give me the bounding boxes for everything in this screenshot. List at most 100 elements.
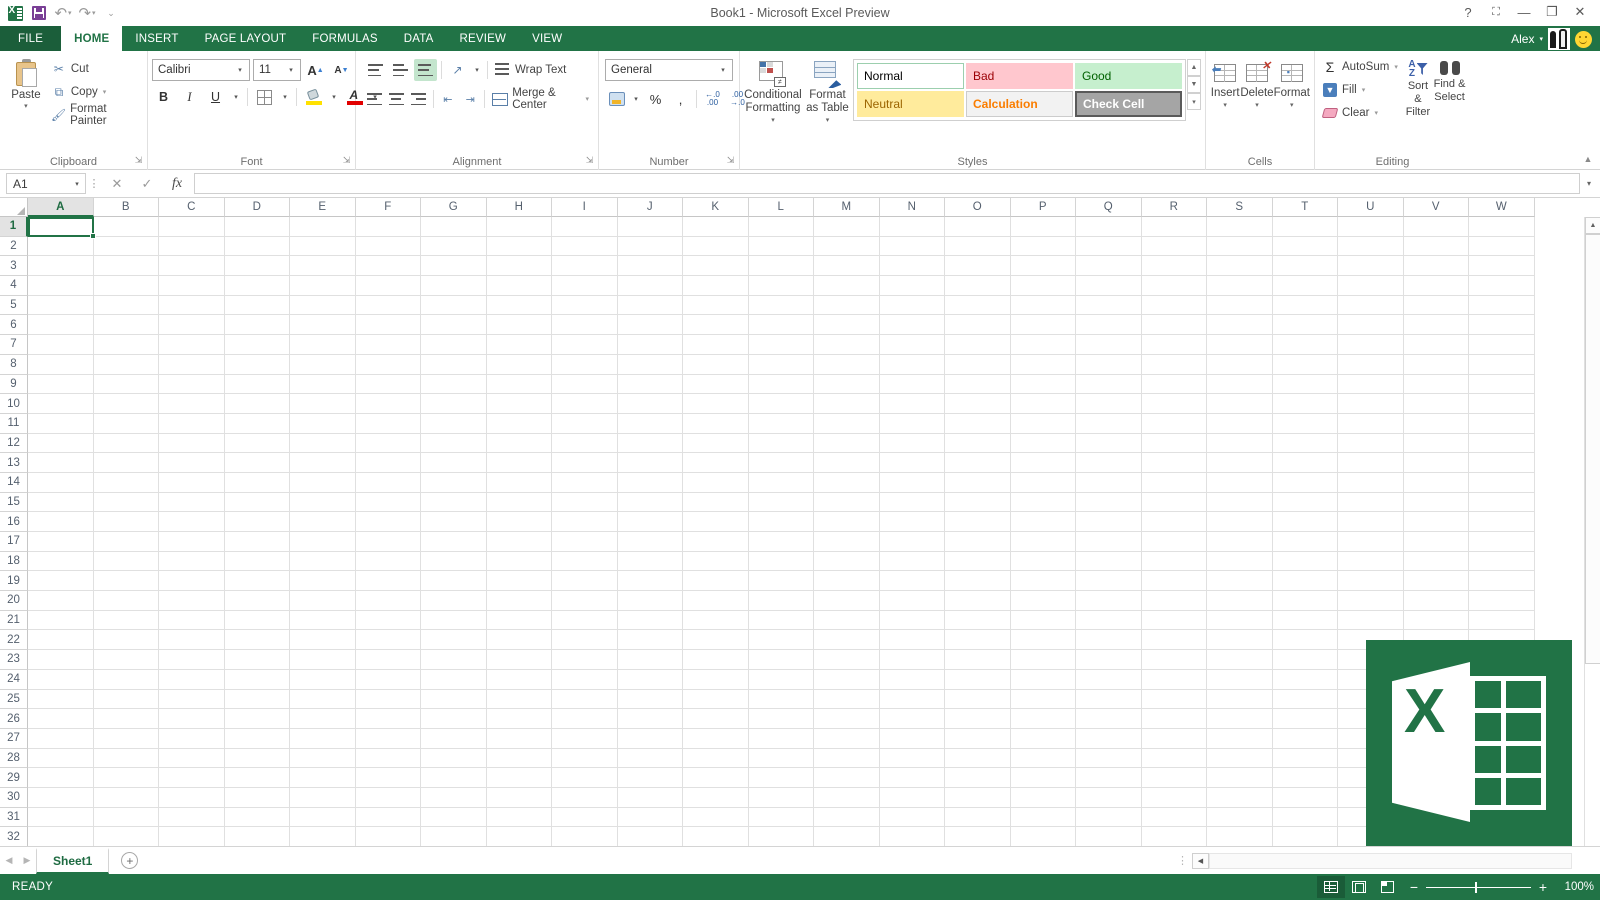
- cell-C11[interactable]: [159, 413, 225, 434]
- cell-U11[interactable]: [1338, 413, 1404, 434]
- cell-A13[interactable]: [28, 453, 94, 473]
- conditional-formatting-dropdown-icon[interactable]: ▾: [771, 116, 775, 124]
- cell-K27[interactable]: [683, 728, 749, 749]
- align-left-button[interactable]: [364, 88, 384, 110]
- cell-A31[interactable]: [28, 807, 94, 828]
- cell-V2[interactable]: [1403, 236, 1469, 257]
- cell-S25[interactable]: [1207, 689, 1273, 710]
- insert-dropdown-icon[interactable]: ▾: [1223, 101, 1227, 109]
- cell-E13[interactable]: [290, 453, 356, 473]
- row-header-24[interactable]: 24: [0, 669, 28, 690]
- cell-G4[interactable]: [421, 276, 487, 296]
- cell-G23[interactable]: [421, 650, 487, 670]
- cell-T27[interactable]: [1272, 728, 1338, 749]
- cell-V14[interactable]: [1403, 472, 1469, 493]
- tab-data[interactable]: DATA: [391, 26, 447, 51]
- style-good[interactable]: Good: [1075, 63, 1182, 89]
- cell-S21[interactable]: [1207, 610, 1273, 631]
- cell-I2[interactable]: [552, 236, 618, 257]
- cell-D20[interactable]: [224, 591, 290, 611]
- cell-J32[interactable]: [617, 827, 683, 846]
- cell-M4[interactable]: [814, 276, 880, 296]
- cell-F27[interactable]: [355, 728, 421, 749]
- cell-P10[interactable]: [1010, 394, 1076, 414]
- cell-I28[interactable]: [552, 748, 618, 769]
- cell-R23[interactable]: [1141, 650, 1207, 670]
- cell-Q31[interactable]: [1076, 807, 1142, 828]
- cell-C8[interactable]: [159, 354, 225, 375]
- cell-B23[interactable]: [93, 650, 159, 670]
- cell-A16[interactable]: [28, 512, 94, 532]
- cell-E1[interactable]: [290, 217, 356, 237]
- cell-N1[interactable]: [879, 217, 945, 237]
- cell-A10[interactable]: [28, 394, 94, 414]
- cell-N29[interactable]: [879, 768, 945, 788]
- zoom-slider[interactable]: − +: [1409, 880, 1548, 894]
- cell-P6[interactable]: [1010, 315, 1076, 336]
- account-dropdown-icon[interactable]: ▾: [1539, 35, 1543, 43]
- tab-page-layout[interactable]: PAGE LAYOUT: [192, 26, 300, 51]
- cell-V13[interactable]: [1403, 453, 1469, 473]
- align-right-button[interactable]: [409, 88, 429, 110]
- row-header-31[interactable]: 31: [0, 807, 28, 828]
- cell-N19[interactable]: [879, 571, 945, 592]
- cell-U13[interactable]: [1338, 453, 1404, 473]
- cell-V1[interactable]: [1403, 217, 1469, 237]
- cell-O31[interactable]: [945, 807, 1011, 828]
- cell-T5[interactable]: [1272, 295, 1338, 316]
- cell-D6[interactable]: [224, 315, 290, 336]
- cell-O22[interactable]: [945, 630, 1011, 651]
- cell-B31[interactable]: [93, 807, 159, 828]
- cell-I8[interactable]: [552, 354, 618, 375]
- cell-G20[interactable]: [421, 591, 487, 611]
- cell-F15[interactable]: [355, 492, 421, 513]
- cell-W11[interactable]: [1469, 413, 1535, 434]
- cell-G31[interactable]: [421, 807, 487, 828]
- cell-M2[interactable]: [814, 236, 880, 257]
- cell-Q5[interactable]: [1076, 295, 1142, 316]
- cell-V15[interactable]: [1403, 492, 1469, 513]
- cell-O15[interactable]: [945, 492, 1011, 513]
- page-break-preview-button[interactable]: [1373, 876, 1401, 898]
- cell-E7[interactable]: [290, 335, 356, 355]
- cell-C19[interactable]: [159, 571, 225, 592]
- cell-P7[interactable]: [1010, 335, 1076, 355]
- cell-T20[interactable]: [1272, 591, 1338, 611]
- cell-M20[interactable]: [814, 591, 880, 611]
- cell-U7[interactable]: [1338, 335, 1404, 355]
- column-header-d[interactable]: D: [224, 198, 290, 217]
- cell-I21[interactable]: [552, 610, 618, 631]
- cell-I6[interactable]: [552, 315, 618, 336]
- row-header-3[interactable]: 3: [0, 256, 28, 277]
- cell-M1[interactable]: [814, 217, 880, 237]
- cell-E2[interactable]: [290, 236, 356, 257]
- zoom-thumb[interactable]: [1475, 881, 1477, 893]
- cell-V20[interactable]: [1403, 591, 1469, 611]
- cell-F26[interactable]: [355, 709, 421, 729]
- number-dialog-launcher[interactable]: [726, 156, 735, 165]
- cell-R31[interactable]: [1141, 807, 1207, 828]
- cell-Q26[interactable]: [1076, 709, 1142, 729]
- cell-C25[interactable]: [159, 689, 225, 710]
- cell-J1[interactable]: [617, 217, 683, 237]
- cell-J28[interactable]: [617, 748, 683, 769]
- cell-D8[interactable]: [224, 354, 290, 375]
- cell-O5[interactable]: [945, 295, 1011, 316]
- tab-split-handle[interactable]: ⋮: [1177, 854, 1192, 867]
- cell-C20[interactable]: [159, 591, 225, 611]
- cell-Q30[interactable]: [1076, 787, 1142, 808]
- cell-R11[interactable]: [1141, 413, 1207, 434]
- cell-C29[interactable]: [159, 768, 225, 788]
- tab-insert[interactable]: INSERT: [122, 26, 191, 51]
- cell-R25[interactable]: [1141, 689, 1207, 710]
- cell-B11[interactable]: [93, 413, 159, 434]
- number-format-combo[interactable]: General ▾: [605, 59, 733, 81]
- format-as-table-dropdown-icon[interactable]: ▾: [826, 116, 830, 124]
- cell-C18[interactable]: [159, 551, 225, 572]
- cell-N14[interactable]: [879, 472, 945, 493]
- cell-U10[interactable]: [1338, 394, 1404, 414]
- cell-R8[interactable]: [1141, 354, 1207, 375]
- cell-L18[interactable]: [748, 551, 814, 572]
- cell-V9[interactable]: [1403, 374, 1469, 395]
- cell-E27[interactable]: [290, 728, 356, 749]
